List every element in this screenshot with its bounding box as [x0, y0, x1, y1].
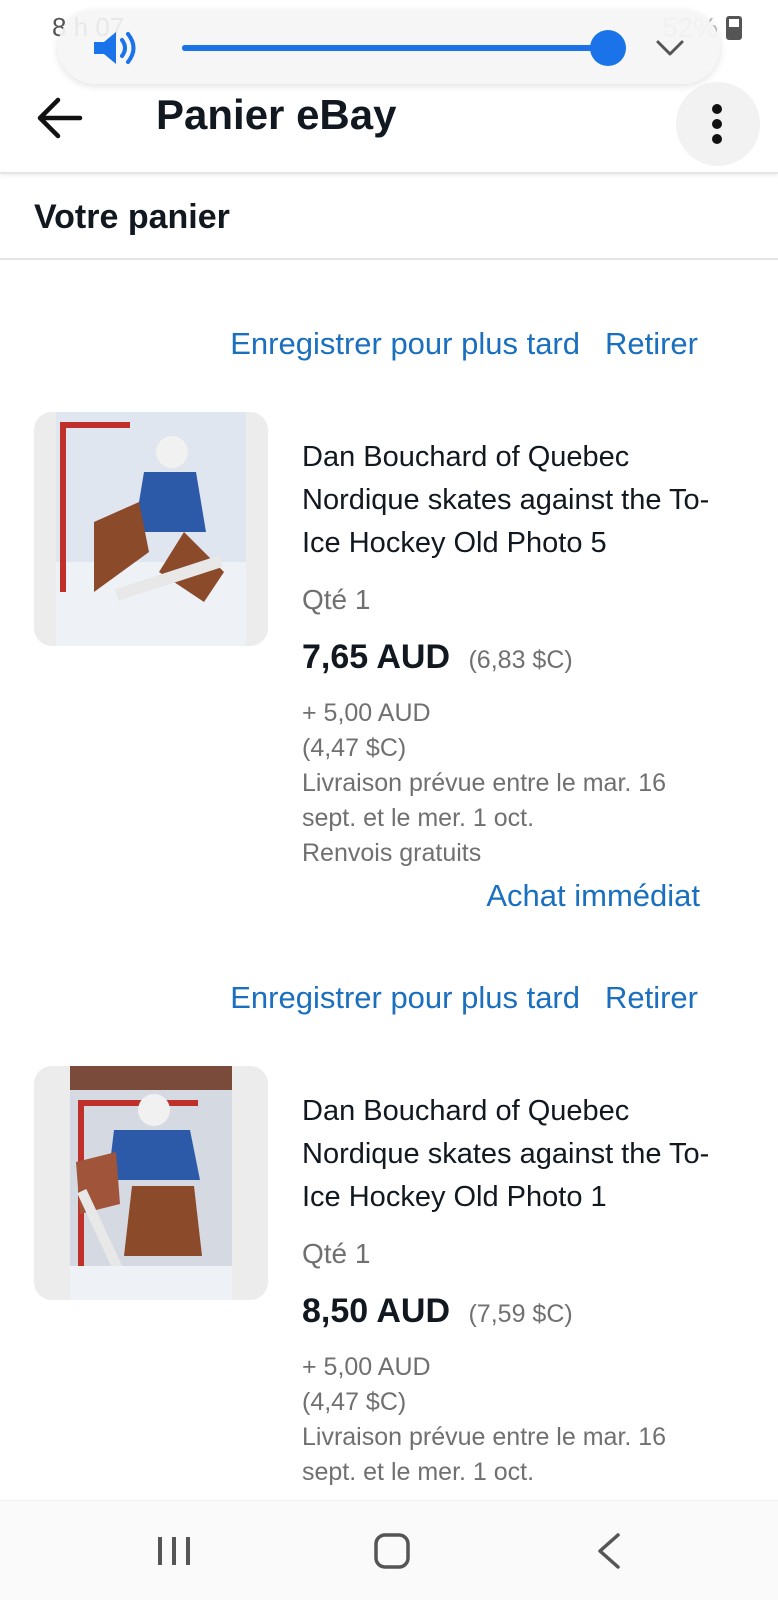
shipping-cost: + 5,00 AUD — [302, 699, 431, 727]
item-price-converted: (6,83 $C) — [468, 646, 573, 674]
volume-slider-track[interactable] — [182, 45, 612, 51]
item-thumbnail[interactable] — [34, 412, 268, 646]
chevron-down-icon[interactable] — [654, 34, 686, 62]
item-actions: Enregistrer pour plus tard Retirer — [178, 326, 698, 376]
item-actions: Enregistrer pour plus tard Retirer — [178, 980, 698, 1030]
home-icon[interactable] — [372, 1531, 412, 1571]
more-vertical-icon — [712, 104, 722, 114]
cart-section-header: Votre panier — [0, 176, 778, 260]
save-for-later-link[interactable]: Enregistrer pour plus tard — [230, 326, 580, 362]
more-vertical-icon-dot — [712, 134, 722, 144]
item-shipping-info: + 5,00 AUD (4,47 $C) Livraison prévue en… — [302, 696, 722, 871]
more-vertical-icon-dot — [712, 119, 722, 129]
volume-icon[interactable] — [92, 28, 138, 68]
hockey-photo-image — [56, 412, 246, 646]
returns-info: Renvois gratuits — [302, 839, 482, 867]
more-options-button[interactable] — [676, 82, 760, 166]
remove-link[interactable]: Retirer — [605, 326, 698, 362]
volume-slider-thumb[interactable] — [590, 30, 626, 66]
item-price-row: 7,65 AUD (6,83 $C) — [302, 638, 573, 677]
section-title: Votre panier — [34, 198, 230, 236]
save-for-later-link[interactable]: Enregistrer pour plus tard — [230, 980, 580, 1016]
cart-item: Enregistrer pour plus tard Retirer Dan B… — [0, 326, 778, 926]
battery-icon — [726, 16, 742, 40]
page-title: Panier eBay — [156, 91, 397, 138]
arrow-left-icon[interactable] — [32, 88, 92, 148]
buy-now-link[interactable]: Achat immédiat — [486, 878, 700, 914]
item-quantity[interactable]: Qté 1 — [302, 584, 370, 616]
item-title[interactable]: Dan Bouchard of Quebec Nordique skates a… — [302, 1090, 742, 1219]
shipping-cost: + 5,00 AUD — [302, 1353, 431, 1381]
hockey-photo-image — [70, 1066, 232, 1300]
remove-link[interactable]: Retirer — [605, 980, 698, 1016]
cart-item: Enregistrer pour plus tard Retirer Dan B… — [0, 980, 778, 1500]
system-nav-bar — [0, 1500, 778, 1600]
volume-slider-fill — [182, 45, 591, 51]
app-header: Panier eBay — [0, 70, 778, 174]
shipping-cost-converted: (4,47 $C) — [302, 1388, 407, 1416]
item-price: 8,50 AUD — [302, 1292, 451, 1330]
item-quantity[interactable]: Qté 1 — [302, 1238, 370, 1270]
recents-icon[interactable] — [156, 1533, 192, 1569]
nav-back-icon[interactable] — [594, 1531, 624, 1571]
item-price-converted: (7,59 $C) — [468, 1300, 573, 1328]
item-price: 7,65 AUD — [302, 638, 451, 676]
shipping-cost-converted: (4,47 $C) — [302, 734, 407, 762]
delivery-estimate: Livraison prévue entre le mar. 16 sept. … — [302, 769, 667, 832]
delivery-estimate: Livraison prévue entre le mar. 16 sept. … — [302, 1423, 667, 1486]
item-price-row: 8,50 AUD (7,59 $C) — [302, 1292, 573, 1331]
item-shipping-info: + 5,00 AUD (4,47 $C) Livraison prévue en… — [302, 1350, 722, 1490]
item-title[interactable]: Dan Bouchard of Quebec Nordique skates a… — [302, 436, 742, 565]
volume-panel[interactable] — [58, 10, 720, 84]
item-thumbnail[interactable] — [34, 1066, 268, 1300]
